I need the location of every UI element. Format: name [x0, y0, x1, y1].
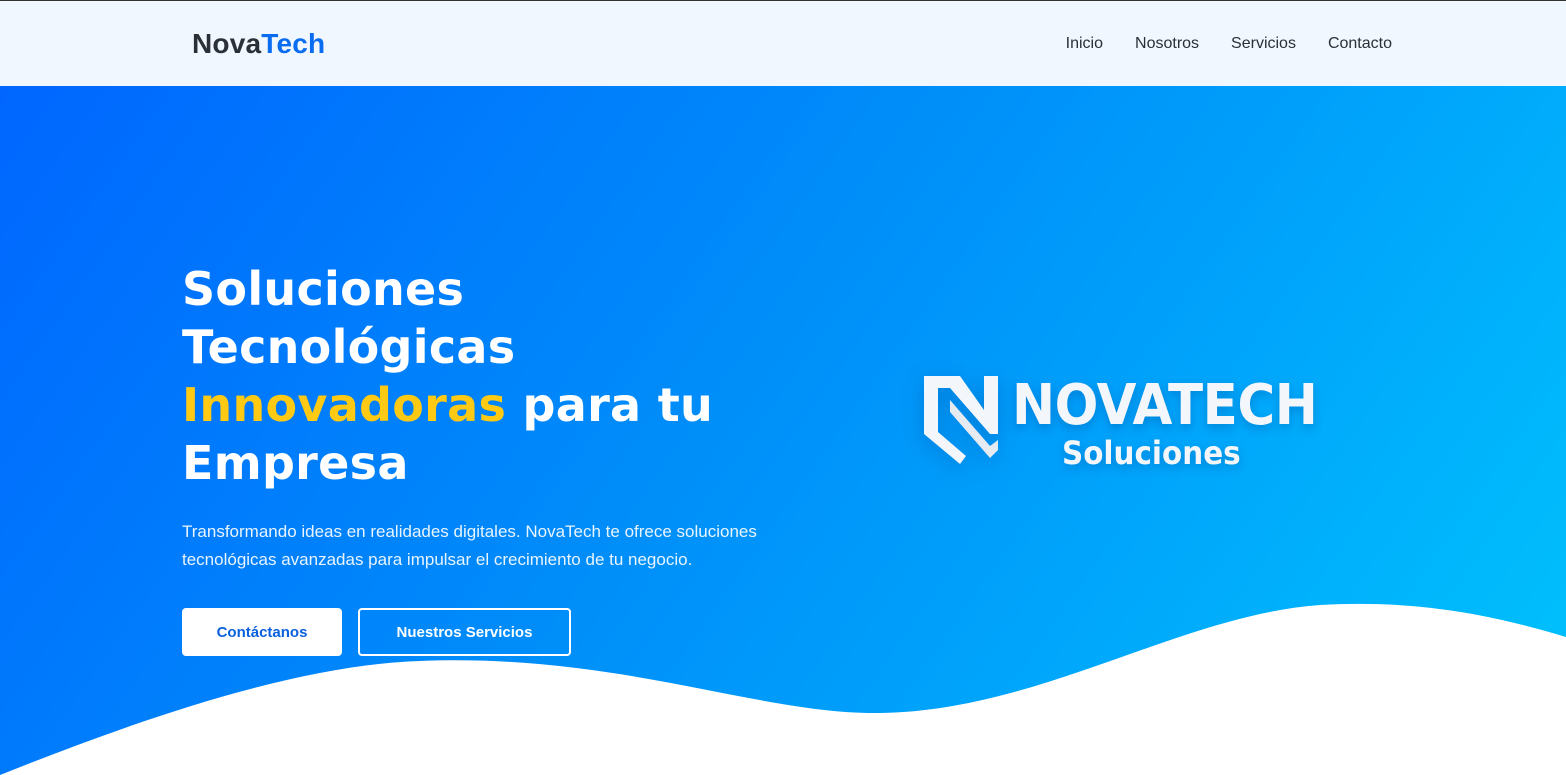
- hero-title-line2: Tecnológicas: [182, 320, 516, 374]
- n-logo-icon: [924, 376, 998, 464]
- logo-subtitle: Soluciones: [1062, 434, 1241, 472]
- navbar: NovaTech Inicio Nosotros Servicios Conta…: [0, 0, 1566, 86]
- nav-menu: Inicio Nosotros Servicios Contacto: [1066, 35, 1392, 53]
- brand-tech: Tech: [261, 27, 326, 59]
- hero-subtitle: Transformando ideas en realidades digita…: [182, 522, 757, 569]
- logo-text: NOVATECH Soluciones: [1012, 370, 1344, 473]
- hero-content: Soluciones Tecnológicas Innovadoras para…: [182, 260, 822, 656]
- services-button[interactable]: Nuestros Servicios: [358, 608, 571, 656]
- hero-section: Soluciones Tecnológicas Innovadoras para…: [0, 86, 1566, 775]
- brand-logo[interactable]: NovaTech: [192, 28, 325, 60]
- brand-nova: Nova: [192, 27, 262, 59]
- logo-word: NOVATECH: [1012, 373, 1318, 438]
- nav-link-servicios[interactable]: Servicios: [1231, 35, 1296, 53]
- hero-title: Soluciones Tecnológicas Innovadoras para…: [182, 260, 822, 492]
- contact-button[interactable]: Contáctanos: [182, 608, 342, 656]
- hero-title-line1: Soluciones: [182, 262, 465, 316]
- nav-link-contacto[interactable]: Contacto: [1328, 35, 1392, 53]
- hero-title-line3: para tu: [506, 378, 714, 432]
- hero-title-accent: Innovadoras: [182, 378, 507, 432]
- nav-link-inicio[interactable]: Inicio: [1066, 35, 1103, 53]
- nav-link-nosotros[interactable]: Nosotros: [1135, 35, 1199, 53]
- hero-buttons: Contáctanos Nuestros Servicios: [182, 608, 822, 656]
- page: NovaTech Inicio Nosotros Servicios Conta…: [0, 0, 1566, 775]
- hero-title-line4: Empresa: [182, 436, 409, 490]
- novatech-logo: NOVATECH Soluciones: [920, 370, 1350, 480]
